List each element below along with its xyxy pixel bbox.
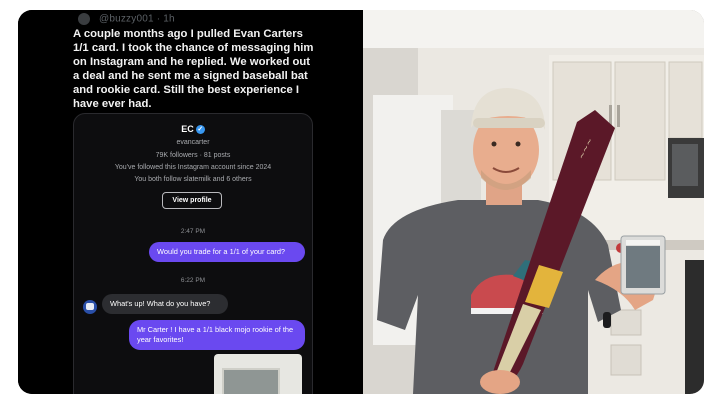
evan-avatar <box>83 300 97 314</box>
sent-message-1: Would you trade for a 1/1 of your card? <box>149 242 305 262</box>
view-profile-button[interactable]: View profile <box>162 192 222 209</box>
dm-username: evancarter <box>176 139 210 146</box>
photo-illustration: ~~~ <box>363 10 704 394</box>
dm-timestamp-2: 6:22 PM <box>180 277 206 284</box>
received-message: What's up! What do you have? <box>102 294 228 314</box>
tweet-text: A couple months ago I pulled Evan Carter… <box>73 28 314 110</box>
tweet-handle[interactable]: @buzzy001 · 1h <box>78 13 175 25</box>
user-avatar[interactable] <box>78 13 90 25</box>
verified-badge-icon: ✓ <box>195 125 205 135</box>
media-card: @buzzy001 · 1h A couple months ago I pul… <box>18 10 704 394</box>
dm-followed-since: You've followed this Instagram account s… <box>114 164 272 171</box>
instagram-dm-screenshot: EC ✓ evancarter 79K followers · 81 posts … <box>73 113 313 394</box>
dm-mutuals: You both follow slatemilk and 6 others <box>134 176 252 183</box>
dm-profile-name: EC ✓ <box>181 124 205 135</box>
tweet-screenshot: @buzzy001 · 1h A couple months ago I pul… <box>18 10 363 394</box>
dm-timestamp-1: 2:47 PM <box>180 228 206 235</box>
card-photo-thumbnail <box>214 354 302 394</box>
photo-man-with-bat-and-card: ~~~ <box>363 10 704 394</box>
tweet-handle-text: @buzzy001 · 1h <box>98 13 175 25</box>
sent-message-2: Mr Carter ! I have a 1/1 black mojo rook… <box>129 320 305 350</box>
dm-stats: 79K followers · 81 posts <box>155 152 231 159</box>
